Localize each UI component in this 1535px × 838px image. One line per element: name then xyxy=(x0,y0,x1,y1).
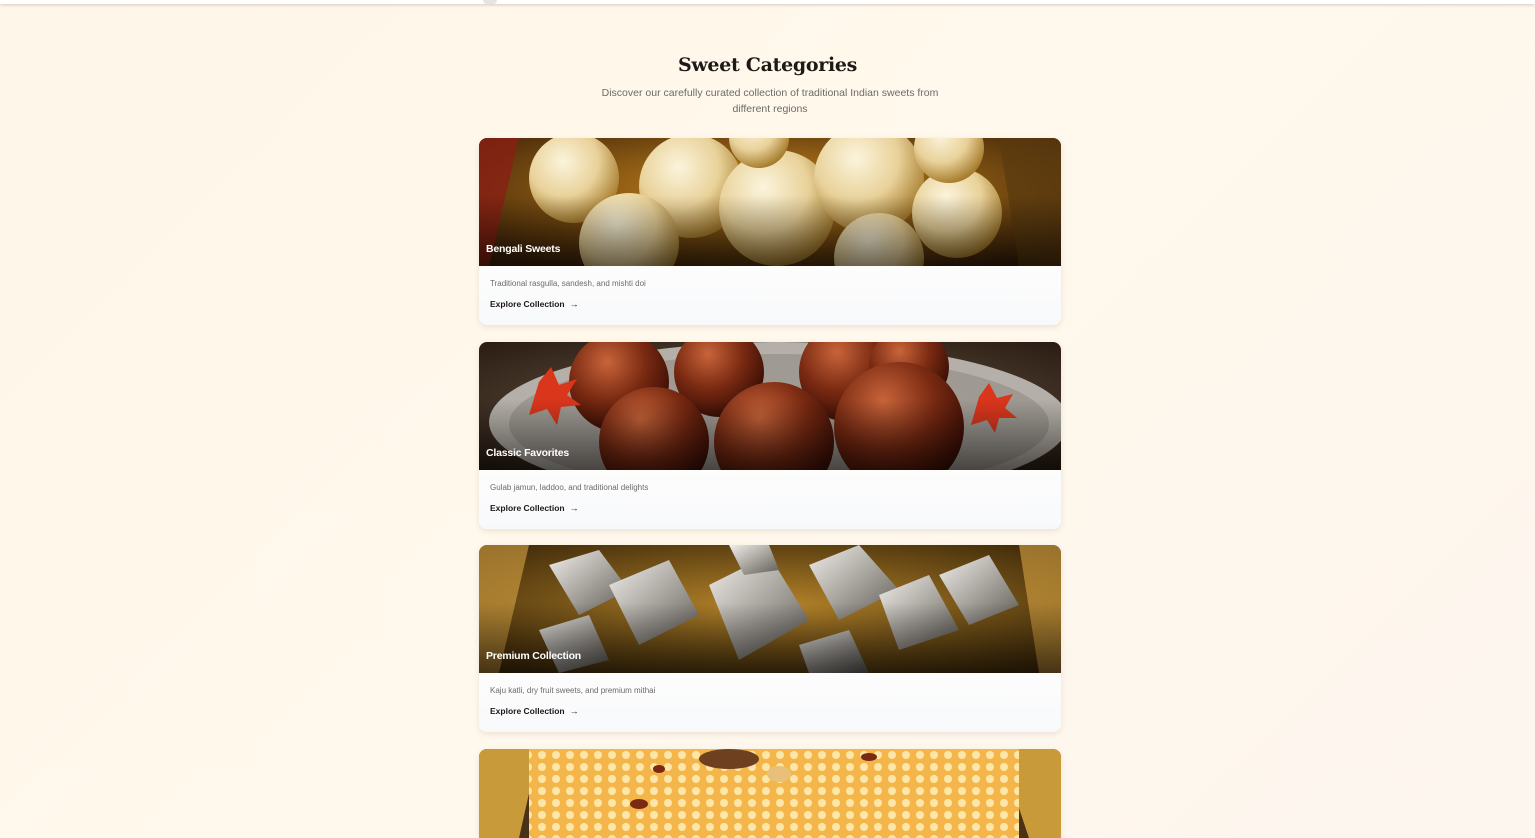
explore-collection-link[interactable]: Explore Collection → xyxy=(490,299,579,309)
category-image-classic-favorites: Classic Favorites xyxy=(479,342,1061,470)
category-card-partial[interactable] xyxy=(479,749,1061,838)
category-body: Gulab jamun, laddoo, and traditional del… xyxy=(479,470,1061,529)
explore-collection-label: Explore Collection xyxy=(490,706,565,716)
category-image-bengali-sweets: Bengali Sweets xyxy=(479,138,1061,266)
category-description: Gulab jamun, laddoo, and traditional del… xyxy=(490,483,649,492)
arrow-right-icon: → xyxy=(569,502,579,513)
arrow-right-icon: → xyxy=(569,298,579,309)
category-card-premium-collection[interactable]: Premium Collection Kaju katli, dry fruit… xyxy=(479,545,1061,732)
section-title: Sweet Categories xyxy=(677,53,858,76)
explore-collection-label: Explore Collection xyxy=(490,503,565,513)
top-navbar xyxy=(0,0,1535,4)
category-title: Classic Favorites xyxy=(486,447,569,459)
explore-collection-link[interactable]: Explore Collection → xyxy=(490,503,579,513)
category-body: Traditional rasgulla, sandesh, and misht… xyxy=(479,266,1061,325)
category-title: Bengali Sweets xyxy=(486,243,561,255)
category-description: Kaju katli, dry fruit sweets, and premiu… xyxy=(490,686,656,695)
category-card-bengali-sweets[interactable]: Bengali Sweets Traditional rasgulla, san… xyxy=(479,138,1061,325)
category-image-premium-collection: Premium Collection xyxy=(479,545,1061,673)
category-title: Premium Collection xyxy=(486,650,582,662)
navbar-edge xyxy=(483,0,497,4)
section-subtitle: Discover our carefully curated collectio… xyxy=(601,86,939,115)
explore-collection-link[interactable]: Explore Collection → xyxy=(490,706,579,716)
category-description: Traditional rasgulla, sandesh, and misht… xyxy=(490,279,646,288)
category-image-partial xyxy=(479,749,1061,838)
category-card-classic-favorites[interactable]: Classic Favorites Gulab jamun, laddoo, a… xyxy=(479,342,1061,529)
arrow-right-icon: → xyxy=(569,705,579,716)
category-body: Kaju katli, dry fruit sweets, and premiu… xyxy=(479,673,1061,732)
explore-collection-label: Explore Collection xyxy=(490,299,565,309)
